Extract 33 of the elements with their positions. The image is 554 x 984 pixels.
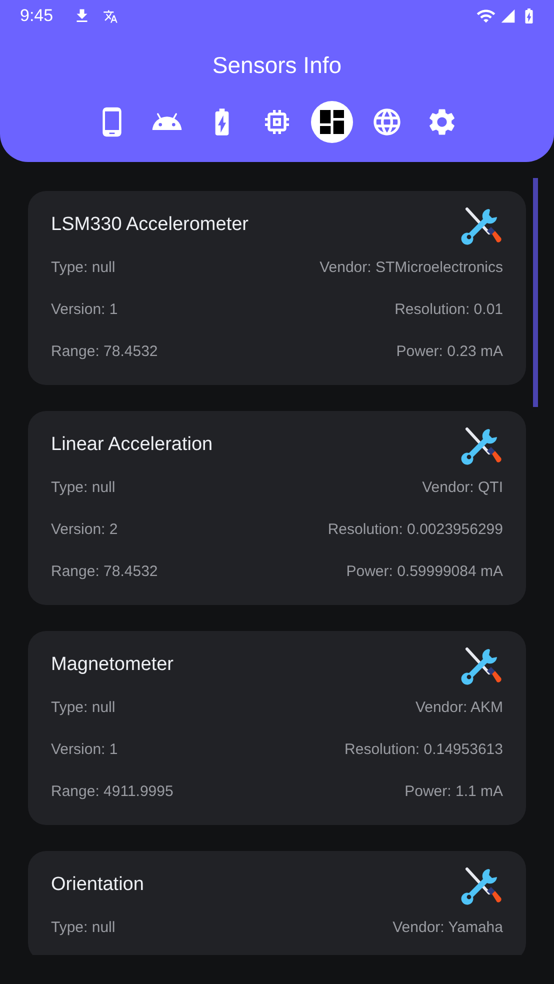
globe-icon — [371, 106, 403, 138]
sensor-detail: Vendor: Yamaha — [392, 918, 503, 938]
signal-icon — [500, 8, 516, 24]
sensor-detail: Power: 1.1 mA — [404, 782, 503, 802]
sensor-name: Magnetometer — [51, 652, 174, 677]
sensor-name: LSM330 Accelerometer — [51, 212, 248, 237]
sensor-detail: Vendor: AKM — [415, 698, 503, 718]
sensor-detail: Version: 1 — [51, 740, 118, 760]
sensor-detail: Version: 2 — [51, 520, 118, 540]
sensor-detail: Range: 78.4532 — [51, 342, 158, 362]
app-title: Sensors Info — [212, 51, 342, 80]
sensor-detail: Vendor: QTI — [422, 478, 503, 498]
sensor-name: Orientation — [51, 872, 144, 897]
sensor-card[interactable]: LSM330 Accelerometer Type: null Vendor: STMicroelectronics Version: 1 Resolution: 0.01 Range: 78.4532 Power: 0.23 mA — [28, 191, 526, 385]
sensor-detail: Type: null — [51, 478, 116, 498]
sensor-detail: Type: null — [51, 918, 116, 938]
sensor-card[interactable]: Magnetometer Type: null Vendor: AKM Version: 1 Resolution: 0.14953613 Range: 4911.9995 Power: 1.1 mA — [28, 631, 526, 825]
sensor-detail: Power: 0.59999084 mA — [346, 562, 503, 582]
sensor-detail: Range: 4911.9995 — [51, 782, 174, 802]
sensor-detail: Resolution: 0.01 — [394, 300, 503, 320]
sensor-detail: Range: 78.4532 — [51, 562, 158, 582]
sensor-detail: Resolution: 0.0023956299 — [328, 520, 503, 540]
sensor-name: Linear Acceleration — [51, 432, 213, 457]
status-time: 9:45 — [20, 5, 54, 28]
sensor-detail: Vendor: STMicroelectronics — [320, 258, 503, 278]
sensor-detail: Type: null — [51, 698, 116, 718]
sensor-detail: Resolution: 0.14953613 — [344, 740, 503, 760]
sensor-card[interactable]: Linear Acceleration Type: null Vendor: QTI Version: 2 Resolution: 0.0023956299 Range: 78.4532 Power: 0.59999084 mA — [28, 411, 526, 605]
sensor-detail: Type: null — [51, 258, 116, 278]
sensor-detail: Power: 0.23 mA — [396, 342, 503, 362]
tab[interactable] — [311, 100, 353, 142]
sensor-card[interactable]: Orientation Type: null Vendor: Yamaha — [28, 851, 526, 955]
sensor-detail: Version: 1 — [51, 300, 118, 320]
